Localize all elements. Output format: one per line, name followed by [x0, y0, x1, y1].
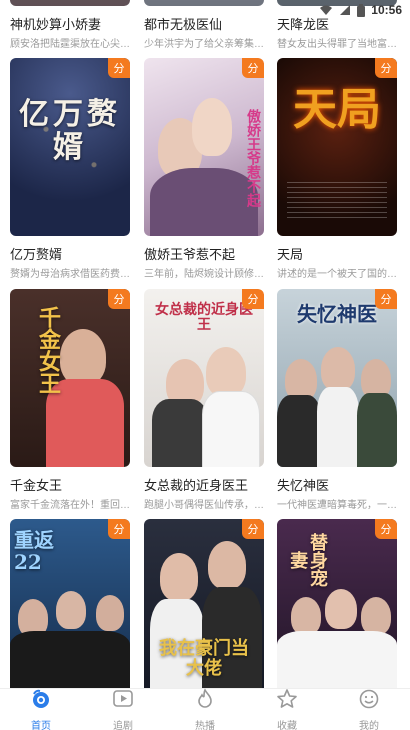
badge: 分: [108, 519, 130, 539]
poster[interactable]: 我在豪门当大佬 分: [144, 519, 264, 690]
poster-title: 替身宠妻: [287, 533, 328, 587]
tab-label: 收藏: [277, 720, 297, 730]
badge: 分: [375, 58, 397, 78]
card-desc: 替女友出头得罪了当地富…: [277, 39, 397, 50]
poster[interactable]: 亿万赘婿 分: [10, 58, 130, 236]
poster-title: 失忆神医: [297, 302, 377, 326]
tab-label: 首页: [31, 720, 51, 730]
card-desc: 少年洪宇为了给父亲筹集…: [144, 39, 264, 50]
home-icon: [30, 688, 52, 715]
poster[interactable]: 失忆神医 分: [277, 289, 397, 467]
badge: 分: [242, 519, 264, 539]
card-desc: 顾安洛把陆霆渠放在心尖…: [10, 39, 130, 50]
badge: 分: [375, 519, 397, 539]
card-title: 傲娇王爷惹不起: [144, 247, 236, 262]
tab-hot[interactable]: 热播: [164, 687, 246, 730]
star-icon: [276, 688, 298, 715]
badge: 分: [242, 58, 264, 78]
badge: 分: [242, 289, 264, 309]
card-desc: 富家千金流落在外！重回…: [10, 500, 130, 511]
card-desc: 跑腿小哥偶得医仙传承，…: [144, 500, 264, 511]
card-title: 千金女王: [10, 478, 63, 493]
badge: 分: [375, 289, 397, 309]
poster[interactable]: 傲娇王爷惹不起 分: [144, 58, 264, 236]
poster-title: 天局: [293, 84, 381, 135]
tab-label: 热播: [195, 720, 215, 730]
tab-label: 追剧: [113, 720, 133, 730]
status-time: 10:56: [371, 3, 402, 17]
poster[interactable]: 女总裁的近身医王 分: [144, 289, 264, 467]
battery-icon: [357, 3, 366, 17]
wifi-icon: [319, 4, 333, 16]
poster-title: 傲娇王爷惹不起: [245, 109, 261, 207]
tab-home[interactable]: 首页: [0, 689, 82, 730]
flame-icon: [194, 687, 216, 715]
drama-grid: 神机妙算小娇妻 顾安洛把陆霆渠放在心尖… 都市无极医仙 少年洪宇为了给父亲筹集……: [0, 0, 410, 690]
poster[interactable]: 重返22 分: [10, 519, 130, 690]
signal-icon: [339, 4, 351, 16]
tab-label: 我的: [359, 720, 379, 730]
play-icon: [112, 688, 134, 715]
status-bar: 10:56: [0, 0, 410, 20]
poster-title: 女总裁的近身医王: [155, 302, 253, 334]
bottom-tab-bar: 首页 追剧 热播 收藏 我的: [0, 687, 410, 730]
card-title: 失忆神医: [277, 478, 330, 493]
poster-title: 千金女王: [35, 306, 61, 394]
poster[interactable]: 天局 分: [277, 58, 397, 236]
badge: 分: [108, 289, 130, 309]
poster[interactable]: 千金女王 分: [10, 289, 130, 467]
card-desc: 三年前，陆烬婉设计顾修…: [144, 269, 264, 280]
card-desc: 赘婿为母治病求借医药费…: [10, 269, 130, 280]
card-desc: 一代神医遭暗算毒死，一…: [277, 500, 397, 511]
tab-follow[interactable]: 追剧: [82, 689, 164, 730]
card-desc: 讲述的是一个被天了国的…: [277, 269, 397, 280]
poster[interactable]: 替身宠妻 分: [277, 519, 397, 690]
card-title: 天局: [277, 247, 304, 262]
poster-title: 重返22: [14, 528, 54, 574]
poster-title: 亿万赘婿: [19, 97, 121, 165]
card-title: 亿万赘婿: [10, 247, 63, 262]
tab-favorites[interactable]: 收藏: [246, 688, 328, 730]
card-title: 女总裁的近身医王: [144, 478, 249, 493]
badge: 分: [108, 58, 130, 78]
smiley-icon: [358, 688, 380, 715]
tab-profile[interactable]: 我的: [328, 689, 410, 730]
poster-title: 我在豪门当大佬: [159, 638, 249, 679]
